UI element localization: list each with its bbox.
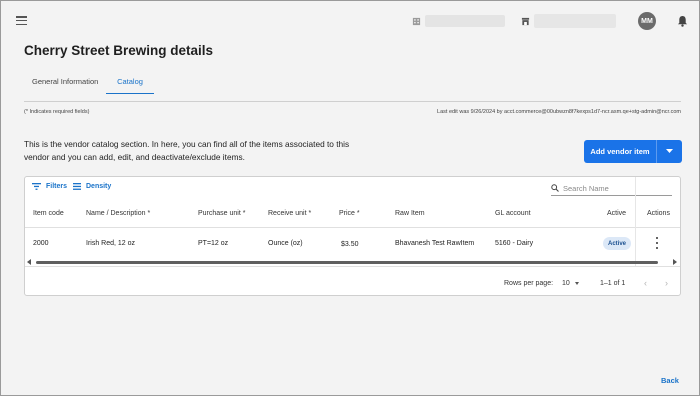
actions-column-divider	[635, 177, 636, 266]
cell-item-code: 2000	[33, 240, 49, 247]
tab-catalog[interactable]: Catalog	[106, 72, 154, 94]
organization-selector[interactable]	[425, 15, 505, 27]
cell-gl-account: 5160 - Dairy	[495, 240, 534, 247]
horizontal-scrollbar[interactable]	[25, 258, 680, 266]
rows-per-page-label: Rows per page:	[504, 280, 554, 287]
column-header-item-code[interactable]: Item code	[33, 210, 64, 217]
hamburger-icon[interactable]	[16, 16, 27, 26]
cell-name: Irish Red, 12 oz	[86, 240, 136, 247]
search-box	[551, 181, 672, 196]
column-header-receive-unit[interactable]: Receive unit *	[268, 210, 311, 217]
last-edit-info: Last edit was 9/26/2024 by acct.commerce…	[437, 109, 681, 115]
rows-per-page-select[interactable]: 10	[562, 277, 579, 289]
chevron-down-icon	[666, 149, 673, 153]
filter-icon	[32, 183, 41, 190]
density-button[interactable]: Density	[73, 183, 111, 190]
page-range: 1–1 of 1	[600, 280, 626, 287]
column-header-purchase-unit[interactable]: Purchase unit *	[198, 210, 245, 217]
previous-page-icon[interactable]: ‹	[644, 278, 647, 288]
add-item-dropdown-button[interactable]	[657, 140, 682, 163]
site-selector[interactable]	[534, 14, 616, 28]
search-icon	[551, 184, 559, 192]
cell-purchase-unit: PT=12 oz	[198, 240, 229, 247]
scrollbar-thumb[interactable]	[36, 260, 658, 264]
back-link[interactable]: Back	[661, 376, 679, 385]
scroll-right-arrow-icon[interactable]	[673, 259, 677, 265]
top-bar: MM	[0, 0, 700, 40]
next-page-icon[interactable]: ›	[665, 278, 668, 288]
add-vendor-item-split-button: Add vendor item	[584, 140, 682, 163]
column-header-actions: Actions	[647, 210, 670, 217]
filters-button[interactable]: Filters	[32, 183, 67, 190]
more-vert-icon[interactable]	[654, 236, 660, 250]
page-title: Cherry Street Brewing details	[24, 43, 214, 58]
scroll-left-arrow-icon[interactable]	[27, 259, 31, 265]
caret-down-icon	[574, 281, 579, 285]
avatar[interactable]: MM	[638, 12, 656, 30]
column-header-raw-item[interactable]: Raw Item	[395, 210, 425, 217]
status-badge: Active	[603, 237, 632, 250]
filters-label: Filters	[46, 183, 68, 190]
cell-raw-item: Bhavanesh Test RawItem	[395, 240, 475, 247]
catalog-description: This is the vendor catalog section. In h…	[24, 139, 350, 162]
column-header-gl-account[interactable]: GL account	[495, 210, 531, 217]
building-icon	[412, 17, 421, 26]
density-label: Density	[86, 183, 112, 190]
cell-receive-unit: Ounce (oz)	[268, 240, 303, 247]
tab-general-information[interactable]: General Information	[32, 77, 98, 86]
vendor-items-table: Filters Density Item code Name / Descrip…	[24, 176, 681, 296]
rows-per-page-value: 10	[562, 279, 570, 287]
density-icon	[73, 183, 81, 190]
column-header-price[interactable]: Price *	[339, 210, 360, 217]
bell-icon[interactable]	[677, 15, 688, 27]
required-fields-note: (* Indicates required fields)	[24, 109, 90, 115]
footer-divider	[25, 266, 680, 267]
cell-price: $3.50	[341, 241, 359, 248]
column-header-active[interactable]: Active	[607, 210, 626, 217]
add-vendor-item-button[interactable]: Add vendor item	[584, 140, 656, 163]
store-icon	[521, 17, 530, 26]
column-header-name[interactable]: Name / Description *	[86, 210, 150, 217]
search-input[interactable]	[563, 183, 663, 193]
tab-divider	[24, 101, 681, 102]
header-divider	[25, 227, 680, 228]
